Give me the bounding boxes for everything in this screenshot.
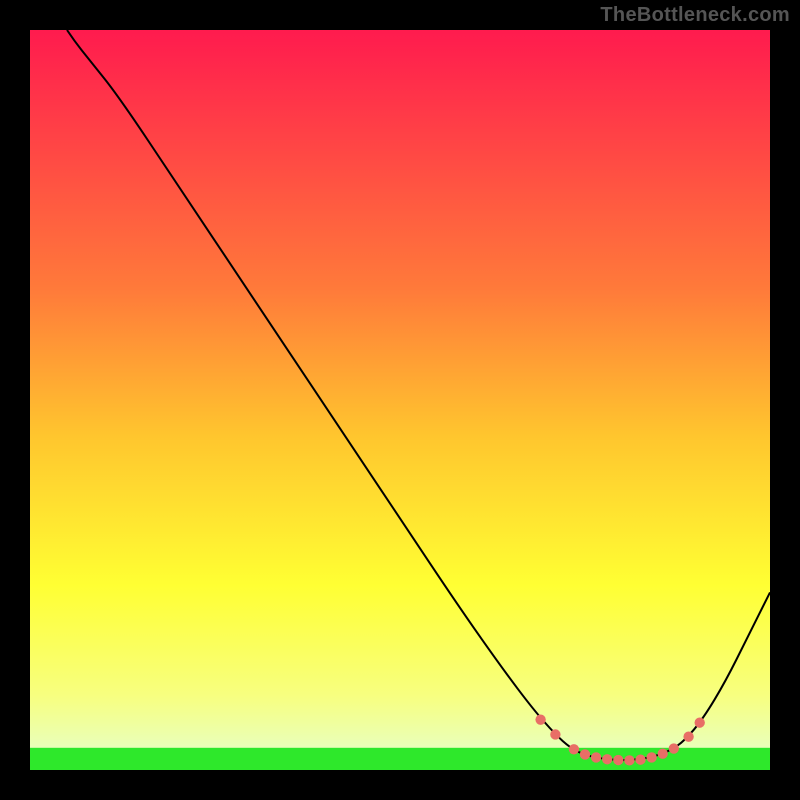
highlight-dot [535,715,545,725]
highlight-dot [658,749,668,759]
highlight-dot [602,754,612,764]
chart-frame: TheBottleneck.com [0,0,800,800]
highlight-dot [683,732,693,742]
highlight-dot [635,754,645,764]
highlight-dot [580,749,590,759]
highlight-dot [591,752,601,762]
highlight-dot [695,717,705,727]
highlight-dot [669,743,679,753]
highlight-dot [624,755,634,765]
gradient-background [30,30,770,770]
watermark-text: TheBottleneck.com [600,4,790,27]
highlight-dot [550,729,560,739]
chart-svg [30,30,770,770]
highlight-dot [613,755,623,765]
highlight-dot [646,752,656,762]
highlight-dot [569,744,579,754]
plot-area [30,30,770,770]
